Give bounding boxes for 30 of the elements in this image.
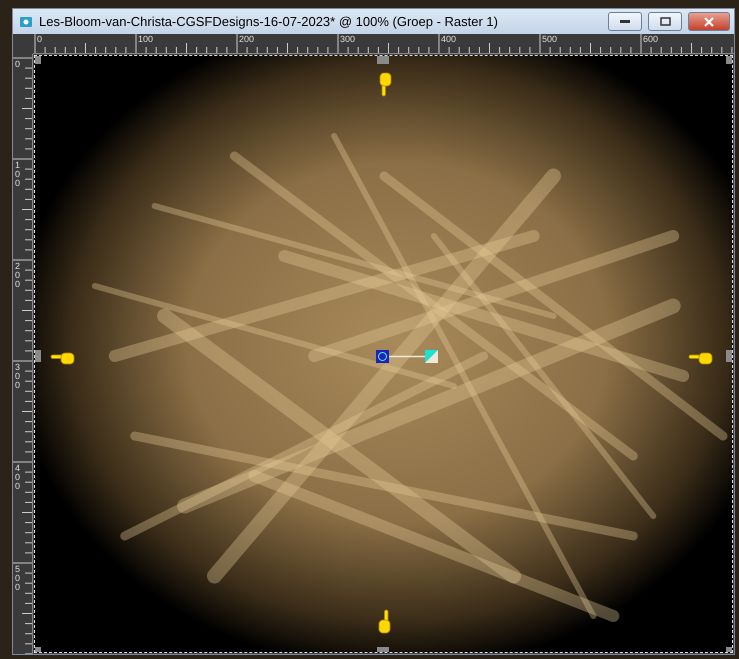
- minimize-button[interactable]: [608, 12, 642, 31]
- ruler-label: 400: [15, 464, 22, 491]
- window-title: Les-Bloom-van-Christa-CGSFDesigns-16-07-2023* @ 100% (Groep - Raster 1): [39, 14, 499, 29]
- rotation-handle-icon[interactable]: [376, 350, 438, 364]
- resize-handle[interactable]: [726, 56, 732, 64]
- ruler-label: 200: [15, 262, 22, 289]
- resize-handle[interactable]: [35, 56, 41, 64]
- ruler-label: 0: [37, 34, 42, 44]
- ruler-label: 200: [239, 34, 254, 44]
- resize-handle[interactable]: [726, 647, 732, 652]
- ruler-label: 0: [15, 60, 22, 69]
- close-button[interactable]: [688, 12, 730, 31]
- ruler-label: 100: [138, 34, 154, 44]
- maximize-icon: [660, 17, 670, 26]
- ruler-label: 500: [15, 565, 22, 592]
- ruler-label: 500: [542, 34, 558, 44]
- resize-handle[interactable]: [35, 647, 41, 652]
- close-icon: [704, 16, 714, 26]
- ruler-label: 600: [643, 34, 658, 44]
- resize-handle[interactable]: [726, 350, 732, 362]
- camera-icon: [19, 14, 33, 28]
- ruler-label: 300: [15, 363, 22, 390]
- resize-handle[interactable]: [35, 350, 41, 362]
- ruler-label: 100: [15, 161, 22, 188]
- minimize-icon: [620, 20, 630, 24]
- ruler-label: 300: [340, 34, 356, 44]
- ruler-label: 400: [441, 34, 456, 44]
- maximize-button[interactable]: [648, 12, 682, 31]
- resize-handle[interactable]: [377, 56, 389, 64]
- resize-handle[interactable]: [377, 647, 389, 652]
